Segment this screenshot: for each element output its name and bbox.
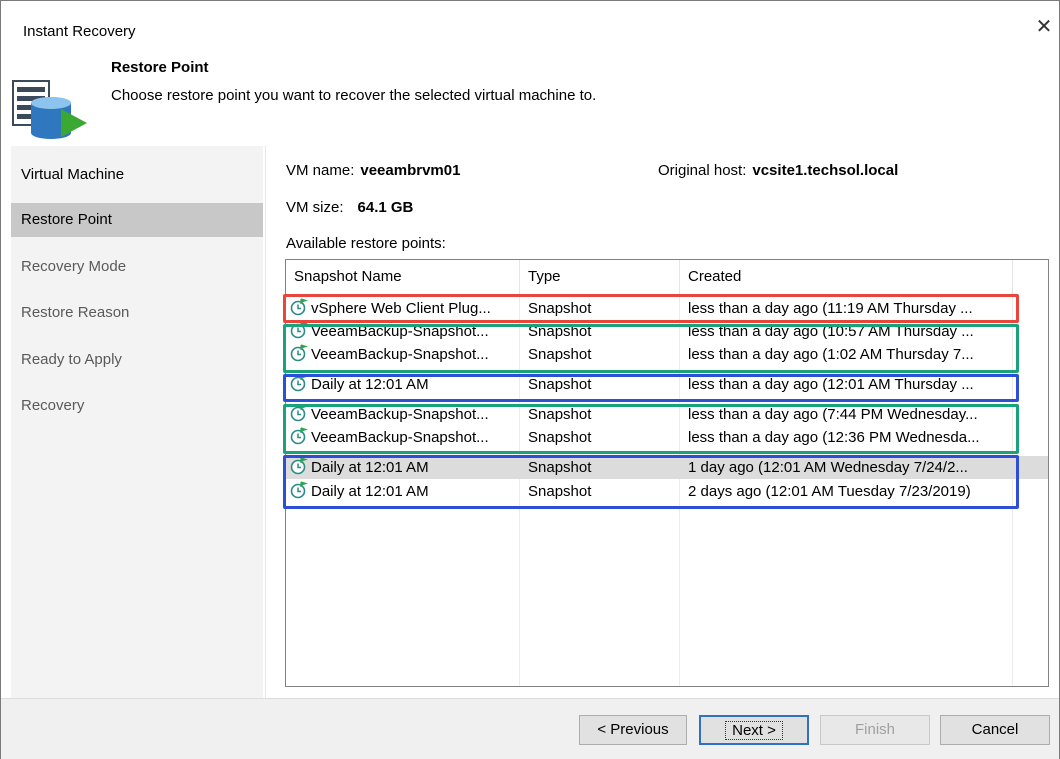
restore-point-row[interactable]: vSphere Web Client Plug... Snapshot less t…: [286, 297, 1048, 320]
column-created[interactable]: Created: [680, 260, 1013, 294]
created-cell: less than a day ago (7:44 PM Wednesday..…: [688, 406, 978, 423]
snapshot-name-text: VeeamBackup-Snapshot...: [311, 406, 489, 423]
type-cell: Snapshot: [528, 429, 592, 446]
restore-point-row[interactable]: VeeamBackup-Snapshot... Snapshot less than…: [286, 343, 1048, 366]
snapshot-name-text: Daily at 12:01 AM: [311, 459, 429, 476]
step-recovery-mode: Recovery Mode: [21, 258, 127, 275]
next-button[interactable]: Next >: [699, 715, 809, 745]
type-cell: Snapshot: [528, 300, 592, 317]
close-icon[interactable]: ✕: [1031, 15, 1057, 41]
step-virtual-machine[interactable]: Virtual Machine: [11, 158, 263, 192]
snapshot-name-cell: VeeamBackup-Snapshot...: [290, 320, 520, 343]
snapshot-name-text: Daily at 12:01 AM: [311, 376, 429, 393]
restore-point-icon: [290, 427, 311, 446]
snapshot-name-text: vSphere Web Client Plug...: [311, 300, 491, 317]
restore-point-row[interactable]: Daily at 12:01 AM Snapshot 2 days ago (12:…: [286, 480, 1048, 503]
next-button-label: Next >: [725, 721, 783, 740]
restore-point-row[interactable]: VeeamBackup-Snapshot... Snapshot less than…: [286, 426, 1048, 449]
snapshot-name-cell: vSphere Web Client Plug...: [290, 297, 520, 320]
vm-name-label: VM name:: [286, 162, 355, 179]
restore-point-row[interactable]: Daily at 12:01 AM Snapshot less than a day…: [286, 373, 1048, 396]
step-recovery: Recovery: [21, 397, 85, 414]
snapshot-name-cell: VeeamBackup-Snapshot...: [290, 343, 520, 366]
step-ready-to-apply: Ready to Apply: [21, 351, 122, 368]
vm-size-label: VM size:: [286, 199, 344, 216]
snapshot-name-text: VeeamBackup-Snapshot...: [311, 323, 489, 340]
finish-button: Finish: [820, 715, 930, 745]
wizard-header: Restore Point Choose restore point you w…: [1, 51, 1059, 139]
created-cell: 1 day ago (12:01 AM Wednesday 7/24/2...: [688, 459, 968, 476]
original-host: Original host: vcsite1.techsol.local: [658, 162, 898, 179]
restore-point-icon: [290, 457, 311, 476]
snapshot-name-cell: Daily at 12:01 AM: [290, 373, 520, 396]
previous-button[interactable]: < Previous: [579, 715, 687, 745]
window-title: Instant Recovery: [23, 23, 136, 40]
restore-point-panel: VM name: veeambrvm01 Original host: vcsite…: [265, 146, 1052, 698]
step-restore-reason: Restore Reason: [21, 304, 130, 321]
type-cell: Snapshot: [528, 459, 592, 476]
type-cell: Snapshot: [528, 323, 592, 340]
vm-size: VM size: 64.1 GB: [286, 199, 413, 216]
type-cell: Snapshot: [528, 346, 592, 363]
restore-point-icon: [290, 481, 311, 500]
original-host-label: Original host:: [658, 162, 747, 179]
column-snapshot-name[interactable]: Snapshot Name: [286, 260, 520, 294]
page-title: Restore Point: [111, 59, 209, 76]
snapshot-name-text: Daily at 12:01 AM: [311, 483, 429, 500]
vm-name-value: veeambrvm01: [360, 162, 461, 179]
column-type[interactable]: Type: [520, 260, 680, 294]
created-cell: less than a day ago (12:01 AM Thursday .…: [688, 376, 974, 393]
created-cell: 2 days ago (12:01 AM Tuesday 7/23/2019): [688, 483, 971, 500]
restore-point-row[interactable]: Daily at 12:01 AM Snapshot 1 day ago (12:0…: [286, 456, 1048, 479]
wizard-steps: Virtual Machine Restore Point Recovery M…: [11, 146, 263, 698]
created-cell: less than a day ago (12:36 PM Wednesda..…: [688, 429, 980, 446]
title-bar: Instant Recovery ✕: [1, 1, 1059, 51]
snapshot-name-text: VeeamBackup-Snapshot...: [311, 429, 489, 446]
restore-point-icon: [290, 404, 311, 423]
created-cell: less than a day ago (10:57 AM Thursday .…: [688, 323, 974, 340]
vm-name: VM name: veeambrvm01: [286, 162, 460, 179]
original-host-value: vcsite1.techsol.local: [752, 162, 899, 179]
type-cell: Snapshot: [528, 483, 592, 500]
created-cell: less than a day ago (1:02 AM Thursday 7.…: [688, 346, 974, 363]
snapshot-name-cell: VeeamBackup-Snapshot...: [290, 426, 520, 449]
created-cell: less than a day ago (11:19 AM Thursday .…: [688, 300, 973, 317]
snapshot-name-cell: VeeamBackup-Snapshot...: [290, 403, 520, 426]
restore-point-icon: [290, 321, 311, 340]
restore-points-list[interactable]: Snapshot Name Type Created vSphere Web C…: [285, 259, 1049, 687]
restore-point-row[interactable]: VeeamBackup-Snapshot... Snapshot less than…: [286, 320, 1048, 343]
restore-point-icon: [290, 298, 311, 317]
cancel-button[interactable]: Cancel: [940, 715, 1050, 745]
restore-points-label: Available restore points:: [286, 235, 446, 252]
instant-recovery-window: Instant Recovery ✕ Restore Point Choose …: [0, 0, 1060, 759]
snapshot-name-text: VeeamBackup-Snapshot...: [311, 346, 489, 363]
type-cell: Snapshot: [528, 406, 592, 423]
snapshot-name-cell: Daily at 12:01 AM: [290, 456, 520, 479]
restore-point-icon: [290, 344, 311, 363]
wizard-footer: < Previous Next > Finish Cancel: [1, 698, 1059, 759]
restore-point-icon: [290, 374, 311, 393]
vm-size-value: 64.1 GB: [357, 199, 414, 216]
restore-point-row[interactable]: VeeamBackup-Snapshot... Snapshot less than…: [286, 403, 1048, 426]
step-restore-point[interactable]: Restore Point: [11, 203, 263, 237]
page-subtitle: Choose restore point you want to recover…: [111, 87, 597, 104]
snapshot-name-cell: Daily at 12:01 AM: [290, 480, 520, 503]
type-cell: Snapshot: [528, 376, 592, 393]
